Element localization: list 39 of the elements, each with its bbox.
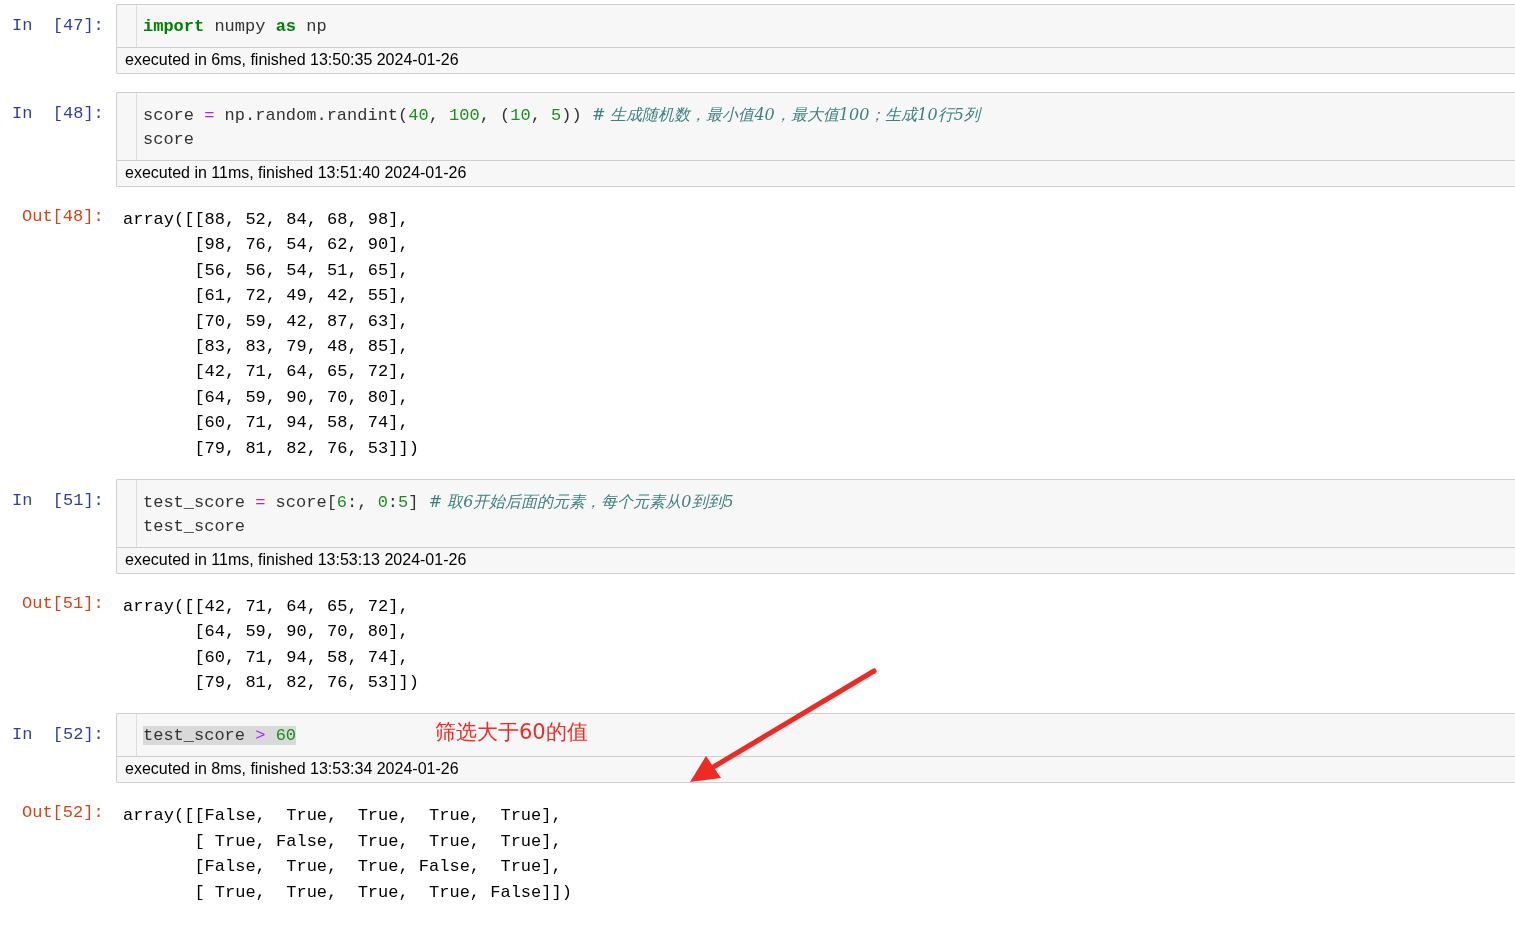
output-line: [98, 76, 54, 62, 90], bbox=[193, 234, 410, 257]
input-prompt: In [51]: bbox=[11, 489, 105, 512]
code-cell[interactable]: score = np.random.randint(40, 100, (10, 5)) # 生成随机数，最小值40，最大值100；生成10行5列 score executed in 11ms, finished 13:51:40 2024-01-26 bbox=[116, 92, 1515, 187]
code-line: score = np.random.randint(40, 100, (10, 5)) # 生成随机数，最小值40，最大值100；生成10行5列 bbox=[143, 106, 980, 125]
output-line: array([[False, True, True, True, True], bbox=[123, 805, 563, 828]
output-line: [64, 59, 90, 70, 80], bbox=[193, 386, 410, 409]
annotation-text: 筛选大于60的值 bbox=[435, 719, 588, 747]
execution-info: executed in 6ms, finished 13:50:35 2024-01-26 bbox=[124, 50, 460, 70]
output-prompt: Out[48]: bbox=[21, 206, 105, 228]
output-line: [60, 71, 94, 58, 74], bbox=[193, 646, 410, 669]
code-line: test_score bbox=[143, 516, 246, 536]
input-prompt: In [47]: bbox=[11, 15, 105, 37]
output-line: [83, 83, 79, 48, 85], bbox=[193, 335, 410, 358]
output-line: [64, 59, 90, 70, 80], bbox=[193, 621, 410, 644]
output-prompt: Out[52]: bbox=[21, 802, 105, 825]
code-cell[interactable]: test_score > 60 筛选大于60的值 executed in 8ms, finished 13:53:34 2024-01-26 bbox=[116, 713, 1515, 784]
output-line: [56, 56, 54, 51, 65], bbox=[193, 259, 410, 282]
execution-info: executed in 8ms, finished 13:53:34 2024-01-26 bbox=[124, 759, 460, 780]
output-line: [ True, True, True, True, False]]) bbox=[193, 881, 572, 904]
output-line: [79, 81, 82, 76, 53]]) bbox=[193, 437, 419, 460]
output-prompt: Out[51]: bbox=[21, 592, 105, 615]
output-line: [42, 71, 64, 65, 72], bbox=[193, 361, 410, 384]
code-cell[interactable]: import numpy as np executed in 6ms, finished 13:50:35 2024-01-26 bbox=[116, 4, 1515, 74]
output-line: array([[42, 71, 64, 65, 72], bbox=[123, 595, 410, 618]
output-line: [60, 71, 94, 58, 74], bbox=[193, 412, 410, 435]
output-line: [ True, False, True, True, True], bbox=[193, 830, 563, 853]
code-line: import numpy as np bbox=[143, 17, 327, 36]
output-line: [61, 72, 49, 42, 55], bbox=[193, 285, 410, 308]
output-line: array([[88, 52, 84, 68, 98], bbox=[123, 209, 410, 231]
execution-info: executed in 11ms, finished 13:53:13 2024-01-26 bbox=[124, 549, 468, 570]
output-line: [False, True, True, False, True], bbox=[193, 856, 563, 879]
execution-info: executed in 11ms, finished 13:51:40 2024-01-26 bbox=[124, 163, 468, 183]
output-line: [79, 81, 82, 76, 53]]) bbox=[193, 672, 419, 695]
code-line: score bbox=[143, 130, 194, 149]
output-line: [70, 59, 42, 87, 63], bbox=[193, 310, 410, 333]
input-prompt: In [48]: bbox=[11, 103, 105, 125]
code-line: test_score = score[6:, 0:5] # 取6开始后面的元素，每个元素从0到到5 bbox=[143, 492, 734, 512]
code-cell[interactable]: test_score = score[6:, 0:5] # 取6开始后面的元素，每个元素从0到到5 test_score executed in 11ms, finished 13:53:13 2024-01-26 bbox=[116, 478, 1515, 574]
input-prompt: In [52]: bbox=[11, 724, 105, 747]
